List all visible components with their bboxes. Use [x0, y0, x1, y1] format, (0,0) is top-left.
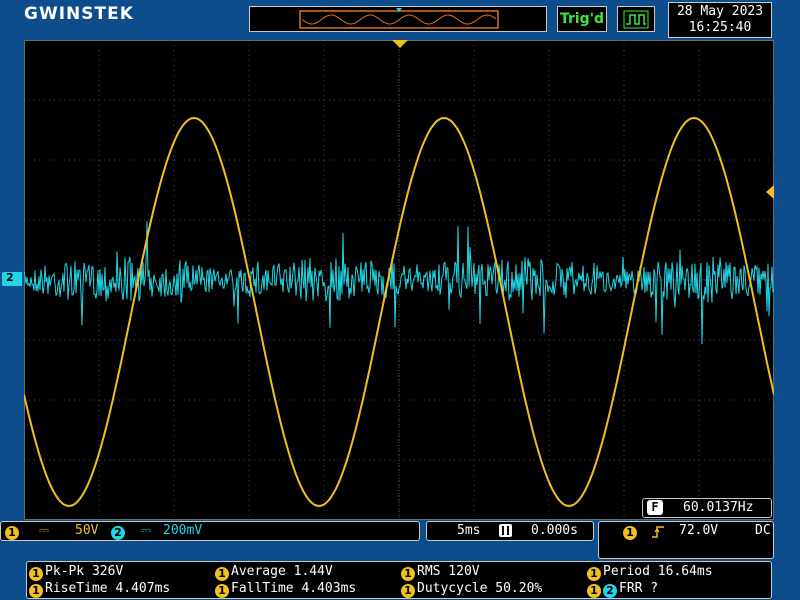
- dc-coupling-icon: ⎓: [38, 523, 50, 538]
- date-text: 28 May 2023: [676, 4, 764, 19]
- dc-coupling-icon: ⎓: [140, 523, 152, 538]
- memory-overview-bar[interactable]: [249, 6, 547, 32]
- frequency-value: 60.0137Hz: [683, 500, 754, 515]
- frequency-icon: F: [647, 500, 663, 515]
- measurement-frr[interactable]: 1 2 FRR ?: [587, 581, 658, 598]
- date-time-display: 28 May 2023 16:25:40: [668, 2, 772, 38]
- time-text: 16:25:40: [688, 20, 752, 35]
- ch1-badge: 1: [215, 584, 229, 598]
- measurement-average[interactable]: 1 Average 1.44V: [215, 564, 333, 581]
- measurement-label: Period 16.64ms: [603, 564, 713, 579]
- ch2-ground-marker[interactable]: 2: [2, 271, 22, 286]
- rising-edge-icon: [652, 526, 664, 538]
- trigger-level: 72.0V: [679, 523, 719, 538]
- measurement-label: Dutycycle 50.20%: [417, 581, 543, 596]
- timebase-panel[interactable]: 5ms 0.000s: [426, 521, 594, 541]
- waveform-graticule: [24, 40, 774, 520]
- ch1-badge: 1: [5, 526, 19, 540]
- ch1-badge: 1: [29, 584, 43, 598]
- trigger-position-marker-icon[interactable]: [390, 38, 410, 50]
- trigger-coupling: DC: [755, 523, 771, 538]
- measurement-duty-cycle[interactable]: 1 Dutycycle 50.20%: [401, 581, 542, 598]
- ch2-badge: 2: [111, 526, 125, 540]
- measurement-label: Average 1.44V: [231, 564, 333, 579]
- ch1-badge: 1: [29, 567, 43, 581]
- trigger-level-marker-icon[interactable]: [764, 184, 776, 200]
- ch2-marker-label: 2: [6, 271, 14, 284]
- timebase-scale: 5ms: [457, 523, 481, 538]
- ch1-badge: 1: [215, 567, 229, 581]
- overview-signal: [301, 14, 497, 25]
- measurement-period[interactable]: 1 Period 16.64ms: [587, 564, 713, 581]
- trigger-status: Trig'd: [557, 6, 607, 32]
- waveform-display[interactable]: [24, 40, 774, 520]
- trigger-source: 1: [623, 523, 639, 540]
- measurement-label: Pk-Pk 326V: [45, 564, 124, 579]
- brand-logo: GWINSTEK: [24, 4, 134, 24]
- measurement-panel[interactable]: 1 Pk-Pk 326V 1 Average 1.44V 1 RMS 120V 1 Pe…: [26, 561, 772, 599]
- ch1-scale-group[interactable]: 1 ⎓ 50V: [5, 523, 99, 540]
- pulse-waveform-icon: [623, 10, 649, 29]
- overview-waveform: [299, 8, 499, 29]
- measurement-label: RMS 120V: [417, 564, 480, 579]
- measurement-label: RiseTime 4.407ms: [45, 581, 171, 596]
- ch2-badge: 2: [603, 584, 617, 598]
- frequency-counter: F 60.0137Hz: [642, 498, 772, 518]
- acquire-mode-button[interactable]: [617, 6, 655, 32]
- trigger-source-badge: 1: [623, 526, 637, 540]
- ch1-badge: 1: [587, 567, 601, 581]
- trigger-panel[interactable]: 1 72.0V DC: [598, 521, 774, 559]
- measurement-rms[interactable]: 1 RMS 120V: [401, 564, 480, 581]
- ch2-scale-value: 200mV: [163, 523, 203, 538]
- horizontal-position-icon: [499, 524, 512, 537]
- channel-scale-panel[interactable]: 1 ⎓ 50V 2 ⎓ 200mV: [0, 521, 420, 541]
- ch1-badge: 1: [401, 567, 415, 581]
- ch2-scale-group[interactable]: 2 ⎓ 200mV: [111, 523, 202, 540]
- measurement-label: FallTime 4.403ms: [231, 581, 357, 596]
- ch1-scale-value: 50V: [75, 523, 99, 538]
- ch1-badge: 1: [587, 584, 601, 598]
- measurement-pk-pk[interactable]: 1 Pk-Pk 326V: [29, 564, 123, 581]
- measurement-label: FRR ?: [619, 581, 659, 596]
- measurement-rise-time[interactable]: 1 RiseTime 4.407ms: [29, 581, 170, 598]
- measurement-fall-time[interactable]: 1 FallTime 4.403ms: [215, 581, 356, 598]
- timebase-position: 0.000s: [531, 523, 578, 538]
- ch1-badge: 1: [401, 584, 415, 598]
